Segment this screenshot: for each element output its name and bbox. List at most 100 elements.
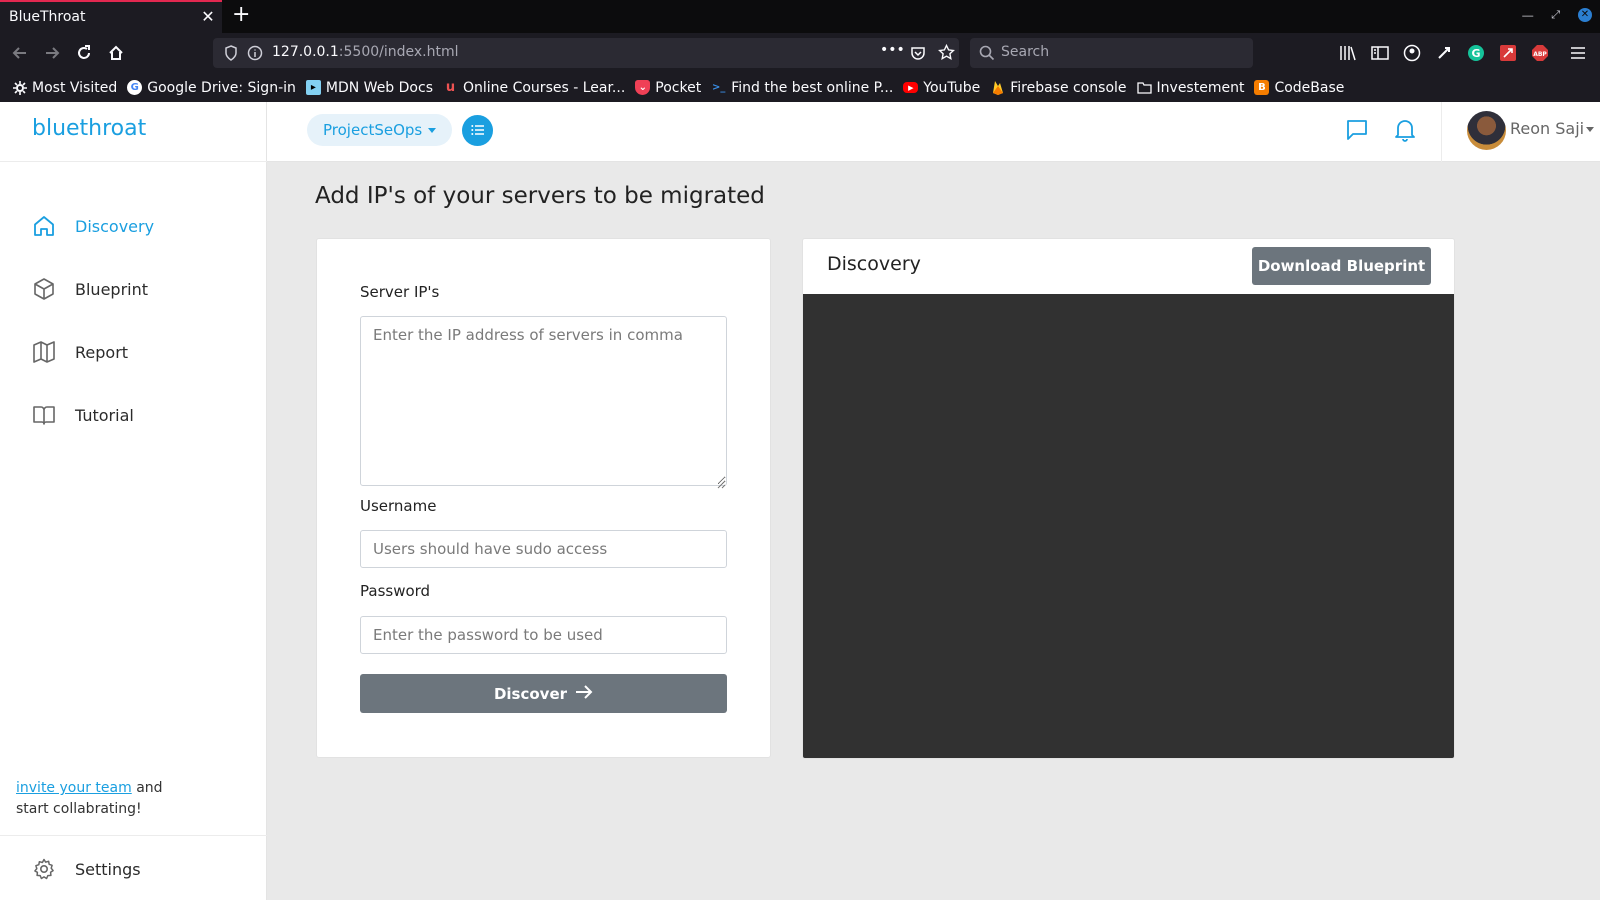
- tab-title: BlueThroat: [9, 9, 86, 25]
- dark-reader-icon[interactable]: [1434, 43, 1454, 63]
- library-icon[interactable]: [1338, 43, 1358, 63]
- toolbar-extensions: G ABP: [1338, 43, 1588, 63]
- bookmark-most-visited[interactable]: Most Visited: [12, 80, 117, 96]
- bookmark-google-drive[interactable]: G Google Drive: Sign-in: [127, 80, 296, 96]
- youtube-icon: ▶: [903, 82, 919, 93]
- firebase-icon: [990, 80, 1005, 95]
- list-menu-button[interactable]: [462, 115, 493, 146]
- book-icon: [30, 401, 58, 429]
- bookmark-youtube[interactable]: ▶ YouTube: [903, 80, 980, 96]
- username-input[interactable]: [360, 530, 727, 568]
- discover-button-label: Discover: [493, 684, 568, 703]
- bookmark-label: Investement: [1156, 79, 1245, 96]
- sidebar-item-blueprint[interactable]: Blueprint: [30, 274, 250, 304]
- settings-gear-icon: [30, 855, 58, 883]
- adblock-plus-icon[interactable]: ABP: [1530, 43, 1550, 63]
- folder-icon: [1136, 80, 1152, 95]
- back-icon[interactable]: [6, 39, 34, 67]
- bookmark-mdn[interactable]: ▸ MDN Web Docs: [305, 79, 433, 96]
- url-text[interactable]: 127.0.0.1:5500/index.html: [272, 44, 459, 60]
- pdf-tool-icon[interactable]: [1498, 43, 1518, 63]
- sidebar-item-settings[interactable]: Settings: [30, 854, 250, 884]
- bookmark-label: Pocket: [655, 79, 702, 96]
- google-icon: G: [127, 80, 143, 95]
- bookmark-label: Most Visited: [32, 79, 118, 96]
- window-close-icon[interactable]: ✕: [1578, 8, 1592, 22]
- gear-icon: [12, 80, 27, 95]
- invite-team-link[interactable]: invite your team: [16, 780, 132, 796]
- chat-icon[interactable]: [1345, 118, 1369, 146]
- browser-tab[interactable]: BlueThroat ✕: [0, 0, 222, 33]
- brand-logo[interactable]: bluethroat: [32, 116, 146, 141]
- arrow-right-icon: [575, 684, 593, 703]
- cube-icon: [30, 275, 58, 303]
- sidebar-item-label: Settings: [75, 859, 141, 879]
- sidebar-toggle-icon[interactable]: [1370, 43, 1390, 63]
- bookmark-label: MDN Web Docs: [325, 79, 433, 96]
- discovery-output-console[interactable]: [803, 294, 1454, 758]
- avatar[interactable]: [1467, 111, 1506, 150]
- url-bar[interactable]: 127.0.0.1:5500/index.html •••: [213, 38, 959, 68]
- bookmark-codebase[interactable]: B CodeBase: [1254, 80, 1344, 96]
- new-tab-button[interactable]: +: [232, 2, 250, 27]
- info-icon[interactable]: [247, 45, 263, 65]
- resize-handle-icon[interactable]: [717, 474, 726, 493]
- page-actions-icon[interactable]: •••: [880, 42, 905, 58]
- menu-icon[interactable]: [1568, 43, 1588, 63]
- download-blueprint-button[interactable]: Download Blueprint: [1252, 247, 1431, 285]
- sidebar-item-label: Blueprint: [75, 279, 148, 299]
- discovery-panel-title: Discovery: [827, 253, 921, 275]
- project-selector[interactable]: ProjectSeOps: [307, 114, 453, 146]
- sidebar-item-report[interactable]: Report: [30, 337, 250, 367]
- bookmark-firebase[interactable]: Firebase console: [990, 79, 1127, 96]
- discover-button[interactable]: Discover: [360, 674, 727, 713]
- bookmark-star-icon[interactable]: [938, 43, 955, 65]
- shield-icon[interactable]: [224, 45, 238, 65]
- bookmark-udemy[interactable]: u Online Courses - Lear...: [443, 80, 625, 96]
- chevron-down-icon: [428, 127, 437, 133]
- code-icon: >_: [712, 82, 726, 93]
- server-ips-textarea[interactable]: [360, 316, 727, 486]
- udemy-icon: u: [445, 80, 456, 95]
- project-name: ProjectSeOps: [323, 121, 423, 139]
- password-input[interactable]: [360, 616, 727, 654]
- grammarly-icon[interactable]: G: [1466, 43, 1486, 63]
- sidebar-item-tutorial[interactable]: Tutorial: [30, 400, 250, 430]
- home-button-icon[interactable]: [102, 39, 130, 67]
- invite-text: and: [131, 780, 163, 796]
- forward-icon[interactable]: [38, 39, 66, 67]
- search-bar[interactable]: Search: [970, 38, 1253, 68]
- window-controls: ― ⤢ ✕: [1522, 8, 1592, 22]
- restore-icon[interactable]: ⤢: [1551, 8, 1560, 22]
- browser-tab-bar: BlueThroat ✕ + ― ⤢ ✕: [0, 0, 1600, 33]
- svg-text:G: G: [1471, 47, 1480, 60]
- tab-close-icon[interactable]: ✕: [200, 7, 216, 27]
- account-icon[interactable]: [1402, 43, 1422, 63]
- username-label: Username: [360, 497, 437, 515]
- blogger-icon: B: [1254, 80, 1270, 95]
- pocket-save-icon[interactable]: [910, 45, 926, 65]
- bookmarks-bar: Most Visited G Google Drive: Sign-in ▸ M…: [0, 73, 1600, 102]
- bookmark-label: Firebase console: [1010, 79, 1127, 96]
- reload-icon[interactable]: [70, 39, 98, 67]
- bookmark-find-best-online[interactable]: >_ Find the best online P...: [711, 80, 893, 96]
- bookmark-investement[interactable]: Investement: [1136, 79, 1245, 96]
- bookmark-pocket[interactable]: ⌄ Pocket: [635, 80, 701, 96]
- sidebar-item-label: Discovery: [75, 216, 155, 236]
- bell-icon[interactable]: [1393, 117, 1417, 147]
- bookmark-label: YouTube: [923, 79, 981, 96]
- home-icon: [30, 212, 58, 240]
- page-title: Add IP's of your servers to be migrated: [315, 183, 765, 209]
- map-icon: [30, 338, 58, 366]
- url-path: :5500/index.html: [338, 44, 459, 60]
- sidebar-item-label: Tutorial: [75, 405, 134, 425]
- user-name[interactable]: Reon Saji: [1510, 119, 1584, 138]
- invite-text-2: start collabrating!: [16, 801, 142, 817]
- browser-toolbar: 127.0.0.1:5500/index.html ••• Search G A…: [0, 33, 1600, 73]
- sidebar-item-discovery[interactable]: Discovery: [30, 211, 250, 241]
- search-icon: [979, 45, 995, 65]
- user-menu-chevron-icon[interactable]: [1586, 127, 1594, 132]
- discovery-output-card: Discovery Download Blueprint: [802, 238, 1455, 759]
- password-label: Password: [360, 582, 431, 600]
- minimize-icon[interactable]: ―: [1522, 9, 1533, 22]
